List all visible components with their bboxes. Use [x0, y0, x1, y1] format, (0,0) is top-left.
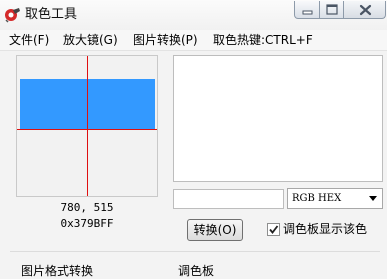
- color-value-input[interactable]: [173, 189, 284, 209]
- app-color-picker-icon: [4, 7, 21, 23]
- hex-color-value: 0x379BFF: [60, 217, 114, 230]
- hotkey-hint: 取色热键:CTRL+F: [213, 33, 313, 47]
- title-bar[interactable]: 取色工具: [0, 0, 387, 30]
- section-palette[interactable]: 调色板: [178, 264, 214, 278]
- client-area: 780, 515 0x379BFF RGB HEX 转换(O) 调色板显示该色 …: [0, 51, 387, 279]
- minimize-icon: [302, 10, 313, 15]
- menu-bar: 文件(F) 放大镜(G) 图片转换(P) 取色热键:CTRL+F: [0, 30, 387, 51]
- magnifier-view: [16, 55, 158, 197]
- convert-button[interactable]: 转换(O): [187, 219, 243, 241]
- maximize-button[interactable]: [319, 1, 344, 19]
- section-image-format-convert[interactable]: 图片格式转换: [21, 264, 93, 278]
- color-format-selected: RGB HEX: [292, 193, 342, 204]
- palette-show-label[interactable]: 调色板显示该色: [283, 222, 367, 236]
- close-button[interactable]: [343, 1, 386, 19]
- close-icon: [359, 4, 372, 16]
- palette-show-checkbox[interactable]: [267, 223, 280, 236]
- crosshair-vertical: [87, 56, 88, 196]
- crosshair-horizontal: [17, 129, 157, 130]
- cursor-coordinates: 780, 515: [60, 201, 114, 214]
- menu-file[interactable]: 文件(F): [9, 33, 49, 47]
- maximize-icon: [326, 4, 338, 15]
- window-title: 取色工具: [25, 7, 78, 22]
- color-preview-panel: [173, 55, 383, 182]
- checkmark-icon: [269, 225, 279, 234]
- menu-image-convert[interactable]: 图片转换(P): [133, 33, 198, 47]
- color-format-select[interactable]: RGB HEX: [287, 188, 383, 209]
- menu-magnifier[interactable]: 放大镜(G): [63, 33, 118, 47]
- separator-line: [10, 251, 380, 252]
- minimize-button[interactable]: [294, 1, 320, 19]
- chevron-down-icon: [369, 196, 377, 201]
- color-picker-window: 取色工具 文件(F) 放大镜(G) 图片转换(P) 取色热键:CTRL+F 78…: [0, 0, 387, 279]
